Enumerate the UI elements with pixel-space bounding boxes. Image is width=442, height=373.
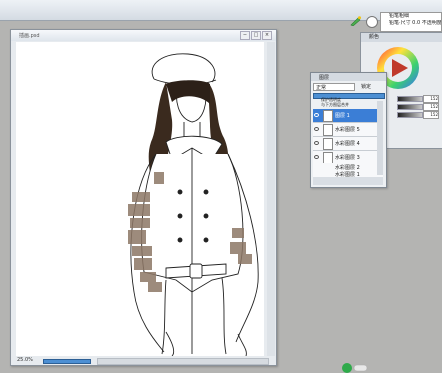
- canvas-titlebar[interactable]: 插画.psd − □ ×: [11, 30, 276, 41]
- zoom-slider[interactable]: [43, 359, 91, 364]
- layer-panel-title: 图层: [319, 75, 330, 81]
- canvas-vertical-scrollbar[interactable]: [267, 42, 275, 356]
- slider-value-2[interactable]: 152: [423, 103, 439, 111]
- layer-panel-titlebar[interactable]: 图层: [311, 73, 386, 81]
- layer-name: 水彩图层 5: [335, 127, 360, 133]
- layer-thumbnail: [323, 138, 333, 150]
- brush-toolbar: 铅笔粗细 铅笔·尺寸 0.0 不透明度 100: [340, 12, 442, 32]
- layer-panel: 图层 正常 锁定 保护透明度 与下方图层合并 图层 1 水彩图层 5 水彩图层 …: [310, 72, 387, 188]
- fashion-illustration: [128, 53, 259, 356]
- eye-icon[interactable]: [314, 155, 319, 159]
- color-slider-2[interactable]: 152: [397, 103, 441, 111]
- layer-name: 水彩图层 3: [335, 155, 360, 161]
- layer-name: 图层 1: [335, 113, 350, 119]
- brush-name: 铅笔粗细: [389, 13, 410, 19]
- layer-row[interactable]: 水彩图层 5: [313, 123, 383, 137]
- color-slider-3[interactable]: 152: [397, 111, 441, 119]
- color-panel-title: 颜色: [361, 33, 442, 42]
- slider-value-1[interactable]: 152: [423, 95, 439, 103]
- minimize-button[interactable]: −: [240, 31, 250, 40]
- layer-row[interactable]: 水彩图层 4: [313, 137, 383, 151]
- layer-thumbnail: [323, 124, 333, 136]
- layer-row[interactable]: 图层 1: [313, 109, 383, 123]
- eye-icon[interactable]: [314, 141, 319, 145]
- close-button[interactable]: ×: [262, 31, 272, 40]
- blend-mode-select[interactable]: 正常: [313, 83, 355, 91]
- drawing-canvas[interactable]: [16, 42, 264, 356]
- slider-value-3[interactable]: 152: [423, 111, 439, 119]
- brush-detail: 铅笔·尺寸 0.0 不透明度 100: [389, 20, 441, 26]
- layer-scrollbar[interactable]: [377, 101, 383, 175]
- eye-icon[interactable]: [314, 127, 319, 131]
- app-icon[interactable]: [342, 362, 368, 373]
- canvas-horizontal-scrollbar[interactable]: [97, 358, 269, 365]
- maximize-button[interactable]: □: [251, 31, 261, 40]
- layer-thumbnail: [323, 110, 333, 122]
- canvas-window[interactable]: 插画.psd − □ × 25.0%: [10, 29, 277, 366]
- layer-name: 水彩图层 4: [335, 141, 360, 147]
- layer-toolbar[interactable]: [313, 177, 383, 185]
- canvas-statusbar: 25.0%: [15, 357, 273, 365]
- brush-shape-icon[interactable]: [366, 16, 378, 28]
- brush-icon[interactable]: [350, 16, 362, 26]
- lock-checkbox[interactable]: 锁定: [361, 83, 371, 90]
- canvas-title: 插画.psd: [19, 33, 40, 39]
- eye-icon[interactable]: [314, 113, 319, 117]
- color-slider-1[interactable]: 152: [397, 95, 441, 103]
- zoom-label: 25.0%: [17, 357, 33, 363]
- merge-down-option[interactable]: 与下方图层合并: [321, 102, 349, 107]
- brush-info[interactable]: 铅笔粗细 铅笔·尺寸 0.0 不透明度 100: [380, 12, 442, 32]
